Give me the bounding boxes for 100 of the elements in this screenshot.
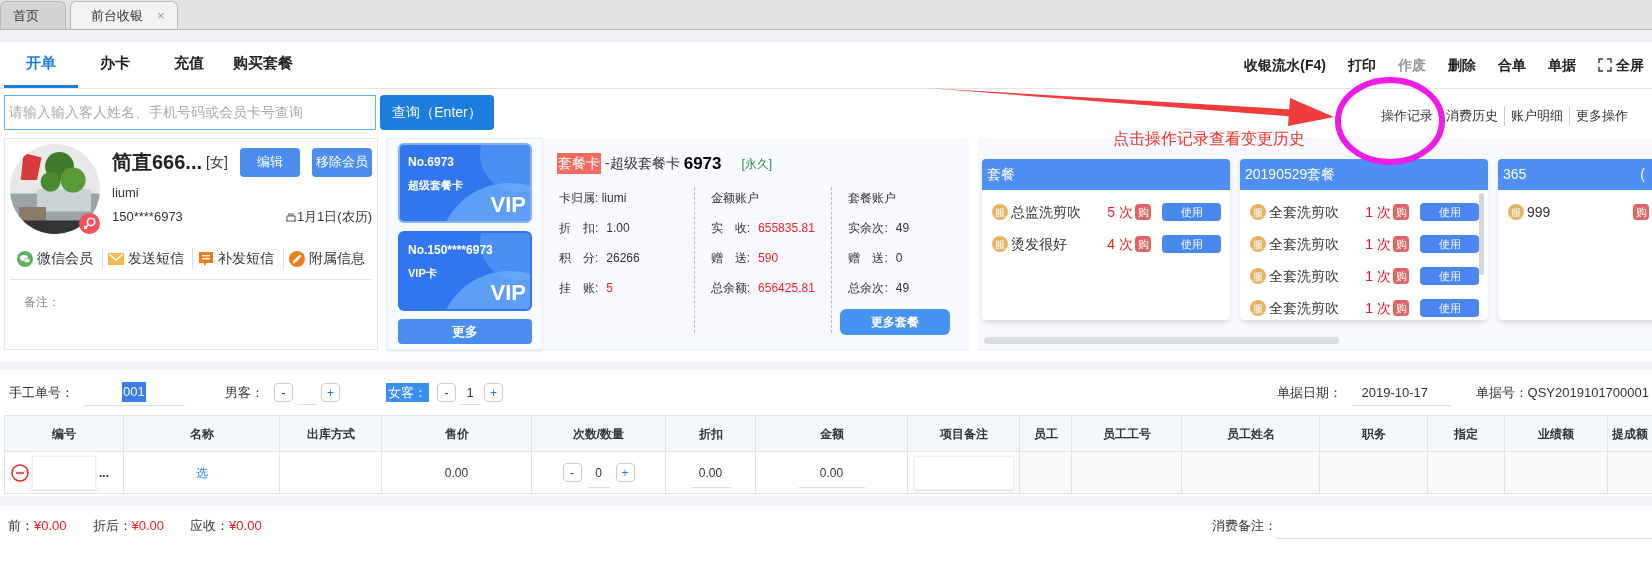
column-header: 项目备注 bbox=[908, 416, 1020, 452]
vip-label: VIP bbox=[490, 279, 526, 307]
service-name: 烫发很好 bbox=[1011, 234, 1068, 254]
service-name: 999 bbox=[1527, 202, 1552, 222]
service-count: 5 次 bbox=[1106, 202, 1133, 222]
toolbar-button[interactable]: 全屏 bbox=[1598, 54, 1644, 76]
column-header: 金额 bbox=[756, 416, 908, 452]
service-badge: 服 bbox=[1250, 204, 1266, 220]
action-link[interactable]: 消费历史 bbox=[1439, 106, 1504, 126]
plus-button[interactable]: + bbox=[321, 383, 340, 402]
remove-row-icon[interactable] bbox=[11, 463, 29, 482]
toolbar-button[interactable]: 打印 bbox=[1348, 54, 1376, 76]
window-tab[interactable]: 首页 bbox=[0, 1, 66, 29]
field-label: 折 扣: bbox=[559, 219, 599, 237]
toolbar-button[interactable]: 单据 bbox=[1548, 54, 1576, 76]
package-title: 20190529套餐 bbox=[1245, 165, 1336, 184]
column-header: 提成额 bbox=[1608, 416, 1652, 452]
select-link[interactable]: 选 bbox=[195, 463, 208, 482]
vip-card[interactable]: No.6973 超级套餐卡 VIP bbox=[398, 143, 532, 223]
field-value: 26266 bbox=[606, 249, 640, 267]
field-value: 1.00 bbox=[606, 219, 630, 237]
column-header: 职务 bbox=[1320, 416, 1428, 452]
nav-tab[interactable]: 办卡 bbox=[78, 42, 152, 88]
minus-button[interactable]: - bbox=[562, 463, 582, 482]
column-header: 出库方式 bbox=[280, 416, 382, 452]
package-title-extra: ( bbox=[1640, 165, 1645, 184]
member-action[interactable]: 附属信息 bbox=[309, 248, 366, 269]
field-value: 656425.81 bbox=[758, 279, 815, 297]
column-heading: 金额账户 bbox=[710, 189, 760, 207]
member-birthday: 1月1日(农历) bbox=[296, 207, 372, 226]
member-action[interactable]: 微信会员 bbox=[36, 248, 93, 269]
minus-button[interactable]: - bbox=[274, 383, 293, 402]
plus-button[interactable]: + bbox=[615, 463, 635, 482]
guest-label: 女客： bbox=[386, 382, 429, 403]
action-link[interactable]: 操作记录 bbox=[1375, 106, 1439, 126]
card-number: 6973 bbox=[683, 153, 722, 175]
column-header: 员工 bbox=[1020, 416, 1072, 452]
toolbar-button[interactable]: 删除 bbox=[1448, 54, 1476, 76]
nav-tab[interactable]: 购买套餐 bbox=[226, 42, 300, 88]
minus-button[interactable]: - bbox=[437, 383, 456, 402]
price-value: 0.00 bbox=[444, 464, 469, 482]
remark-label: 备注： bbox=[24, 294, 61, 311]
amount-field[interactable]: 0.00 bbox=[798, 457, 865, 488]
card-name: VIP卡 bbox=[408, 266, 438, 281]
envelope-icon bbox=[107, 252, 124, 265]
service-badge: 服 bbox=[1250, 300, 1266, 316]
search-field[interactable]: 请输入输入客人姓名、手机号码或会员卡号查询 bbox=[4, 94, 376, 130]
total-value: ¥0.00 bbox=[131, 517, 165, 536]
order-field[interactable]: 001 bbox=[85, 379, 185, 406]
service-badge: 服 bbox=[992, 236, 1008, 252]
horizontal-scrollbar[interactable] bbox=[984, 337, 1339, 344]
tab-label: 前台收银 bbox=[91, 6, 143, 25]
message-icon bbox=[198, 250, 215, 267]
total-value: ¥0.00 bbox=[229, 517, 262, 536]
search-button[interactable]: 查询（Enter） bbox=[380, 94, 494, 130]
guest-count[interactable]: 1 bbox=[460, 380, 480, 405]
vip-card[interactable]: No.150****6973 VIP卡 VIP bbox=[398, 231, 532, 311]
service-count: 4 次 bbox=[1106, 234, 1133, 254]
service-count: 1 次 bbox=[1364, 234, 1391, 254]
more-icon[interactable]: ... bbox=[99, 463, 109, 482]
member-action[interactable]: 发送短信 bbox=[127, 248, 184, 269]
item-note-field[interactable] bbox=[913, 455, 1014, 490]
card-validity: [永久] bbox=[741, 155, 773, 173]
service-count: 1 次 bbox=[1364, 266, 1391, 286]
action-link[interactable]: 更多操作 bbox=[1569, 106, 1634, 126]
link-icon bbox=[289, 250, 306, 267]
toolbar-button[interactable]: 收银流水(F4) bbox=[1244, 54, 1326, 76]
column-header: 名称 bbox=[124, 416, 280, 452]
total-label: 前： bbox=[8, 517, 34, 536]
date-field[interactable]: 2019-10-17 bbox=[1351, 379, 1452, 406]
fullscreen-icon bbox=[1598, 58, 1612, 72]
service-name: 全套洗剪吹 bbox=[1269, 234, 1340, 254]
member-action[interactable]: 补发短信 bbox=[218, 248, 275, 269]
date-label: 单据日期： bbox=[1276, 383, 1342, 402]
service-badge: 服 bbox=[992, 204, 1008, 220]
card-number: No.6973 bbox=[408, 154, 456, 171]
order-label: 手工单号： bbox=[9, 383, 74, 402]
plus-button[interactable]: + bbox=[484, 383, 503, 402]
window-tab[interactable]: 前台收银 × bbox=[70, 1, 178, 29]
discount-field[interactable]: 0.00 bbox=[690, 457, 731, 488]
service-badge: 服 bbox=[1250, 236, 1266, 252]
quantity-field[interactable]: 0 bbox=[587, 457, 610, 488]
female-badge-icon bbox=[79, 213, 100, 234]
vertical-scrollbar[interactable] bbox=[1479, 193, 1484, 275]
column-header: 编号 bbox=[5, 416, 124, 452]
field-value: 5 bbox=[606, 279, 614, 297]
toolbar-button[interactable]: 合单 bbox=[1498, 54, 1526, 76]
code-field[interactable] bbox=[32, 455, 96, 490]
total-label: 应收： bbox=[190, 517, 230, 536]
nav-tab[interactable]: 开单 bbox=[4, 42, 78, 88]
field-label: 实 收: bbox=[710, 219, 751, 237]
field-value: 49 bbox=[895, 279, 910, 297]
nav-tab[interactable]: 充值 bbox=[152, 42, 226, 88]
field-value: 49 bbox=[895, 219, 910, 237]
action-link[interactable]: 账户明细 bbox=[1504, 106, 1569, 126]
bill-label: 单据号： bbox=[1475, 383, 1528, 402]
service-count: 1 次 bbox=[1364, 202, 1391, 222]
field-label: 赠 送: bbox=[710, 249, 751, 267]
service-name: 全套洗剪吹 bbox=[1269, 266, 1340, 286]
field-value: 0 bbox=[895, 249, 903, 267]
